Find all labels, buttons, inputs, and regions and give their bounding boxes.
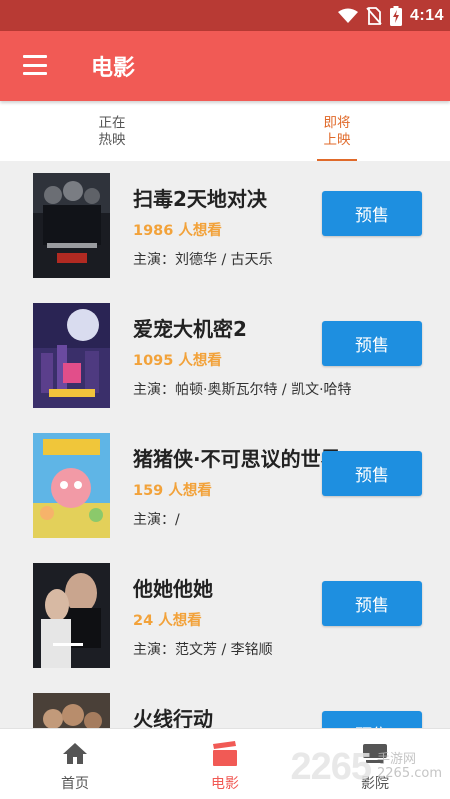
presale-button[interactable]: 预售 [322,321,422,366]
tab-bar: 正在 热映 即将 上映 [0,101,450,161]
nav-label: 首页 [61,776,89,792]
movie-poster[interactable] [33,563,110,668]
movie-item[interactable]: 猪猪侠·不可思议的世界 159 人想看 主演：/ 预售 [0,421,450,551]
tab-label: 正在 热映 [98,115,126,148]
nav-home[interactable]: 首页 [20,729,130,799]
tab-now-showing[interactable]: 正在 热映 [72,101,152,161]
want-count: 1095 人想看 [133,353,222,369]
presale-button[interactable]: 预售 [322,581,422,626]
watermark-number: 2265 [290,745,372,788]
movie-item[interactable]: 火线行动 预售 [0,681,450,728]
watermark-site: 手游网 2265.com [377,752,442,781]
movie-item[interactable]: 爱宠大机密2 1095 人想看 主演：帕顿·奥斯瓦尔特 / 凯文·哈特 预售 [0,291,450,421]
battery-charging-icon [389,6,402,26]
hamburger-menu-icon[interactable] [23,55,47,75]
movie-poster[interactable] [33,693,110,728]
app-bar: 电影 [0,31,450,101]
presale-button[interactable]: 预售 [322,191,422,236]
movie-list[interactable]: 扫毒2天地对决 1986 人想看 主演：刘德华 / 古天乐 预售 爱宠大机密2 … [0,161,450,728]
movie-cast: 主演：范文芳 / 李铭顺 [133,642,273,658]
movie-poster[interactable] [33,433,110,538]
movie-title: 爱宠大机密2 [133,317,247,341]
want-count: 24 人想看 [133,613,202,629]
movie-cast: 主演：帕顿·奥斯瓦尔特 / 凯文·哈特 [133,382,352,398]
movie-poster[interactable] [33,173,110,278]
tab-label: 即将 上映 [323,115,351,148]
movie-cast: 主演：/ [133,512,180,528]
nav-label: 电影 [211,776,239,792]
want-count: 159 人想看 [133,483,212,499]
presale-button[interactable]: 预售 [322,711,422,728]
home-icon [63,743,87,764]
wifi-icon [337,8,358,23]
presale-button[interactable]: 预售 [322,451,422,496]
watermark: 2265 手游网 2265.com [290,746,442,788]
movie-title: 他她他她 [133,577,213,601]
clock: 4:14 [409,7,444,24]
clapperboard-icon [213,741,237,766]
movie-title: 扫毒2天地对决 [133,187,267,211]
movie-item[interactable]: 扫毒2天地对决 1986 人想看 主演：刘德华 / 古天乐 预售 [0,161,450,291]
tab-coming-soon[interactable]: 即将 上映 [297,101,377,161]
movie-item[interactable]: 他她他她 24 人想看 主演：范文芳 / 李铭顺 预售 [0,551,450,681]
movie-poster[interactable] [33,303,110,408]
no-sim-icon [366,7,382,25]
movie-title: 火线行动 [133,707,213,728]
movie-cast: 主演：刘德华 / 古天乐 [133,252,273,268]
nav-movies[interactable]: 电影 [170,729,280,799]
page-title: 电影 [91,56,136,81]
movie-title: 猪猪侠·不可思议的世界 [133,447,341,471]
want-count: 1986 人想看 [133,223,222,239]
status-icons: 4:14 [337,5,444,27]
status-bar: 4:14 [0,0,450,31]
